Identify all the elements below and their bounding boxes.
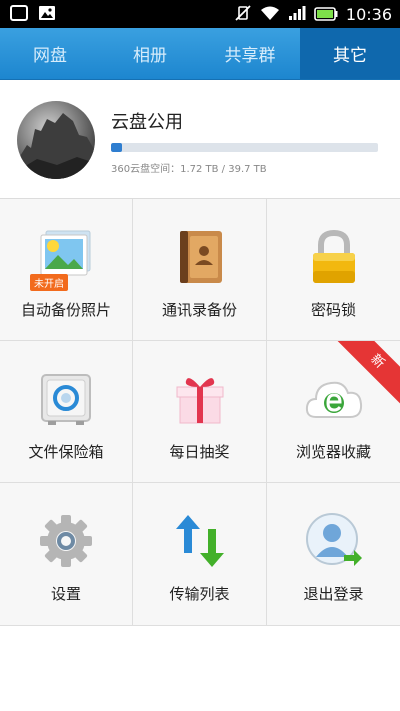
storage-quota-bar [111,143,378,152]
clock-time: 10:36 [345,5,392,24]
grid-item-file-safe[interactable]: 文件保险箱 [0,341,133,483]
safe-icon [36,369,96,429]
signal-icon [288,5,306,25]
tab-other[interactable]: 其它 [300,28,400,79]
status-bar: 10:36 [0,0,400,28]
grid-item-label: 传输列表 [169,585,230,603]
grid-item-auto-backup-photos[interactable]: 未开启 自动备份照片 [0,199,133,341]
image-notification-icon [38,5,56,25]
tab-cloud-disk[interactable]: 网盘 [0,28,100,79]
grid-item-label: 文件保险箱 [28,443,104,461]
grid-item-label: 密码锁 [310,301,356,319]
grid-item-label: 设置 [50,585,81,603]
feature-grid: 未开启 自动备份照片 通讯录备份 密码锁 文件保险箱 每日抽奖 新 浏览器收藏 … [0,199,400,626]
grid-item-transfer-list[interactable]: 传输列表 [133,483,267,626]
wifi-icon [260,5,280,25]
padlock-icon [304,227,364,287]
avatar[interactable] [17,101,95,179]
grid-item-label: 每日抽奖 [169,443,230,461]
grid-item-label: 退出登录 [303,585,364,603]
grid-item-label: 通讯录备份 [161,301,237,319]
browser-cloud-icon [304,369,364,429]
grid-item-logout[interactable]: 退出登录 [267,483,400,626]
mute-icon [234,4,252,26]
tab-shared-group[interactable]: 共享群 [200,28,300,79]
gift-box-icon [170,369,230,429]
storage-quota-fill [111,143,123,152]
grid-item-browser-favorites[interactable]: 新 浏览器收藏 [267,341,400,483]
gear-icon [36,511,96,571]
grid-item-password-lock[interactable]: 密码锁 [267,199,400,341]
storage-quota-text: 360云盘空间：1.72 TB / 39.7 TB [111,164,267,175]
tab-album[interactable]: 相册 [100,28,200,79]
grid-item-label: 浏览器收藏 [295,443,371,461]
grid-item-settings[interactable]: 设置 [0,483,133,626]
account-name: 云盘公用 [111,112,183,133]
notification-square-icon [10,5,28,25]
tab-bar: 网盘 相册 共享群 其它 [0,28,400,80]
battery-icon [314,6,338,25]
transfer-arrows-icon [170,511,230,571]
grid-item-contacts-backup[interactable]: 通讯录备份 [133,199,267,341]
grid-item-label: 自动备份照片 [20,301,111,319]
backup-off-badge: 未开启 [30,274,68,291]
photo-backup-icon: 未开启 [30,227,96,291]
grid-item-daily-lottery[interactable]: 每日抽奖 [133,341,267,483]
account-header: 云盘公用 360云盘空间：1.72 TB / 39.7 TB [0,81,400,199]
contacts-book-icon [170,227,230,287]
logout-user-icon [304,511,364,571]
